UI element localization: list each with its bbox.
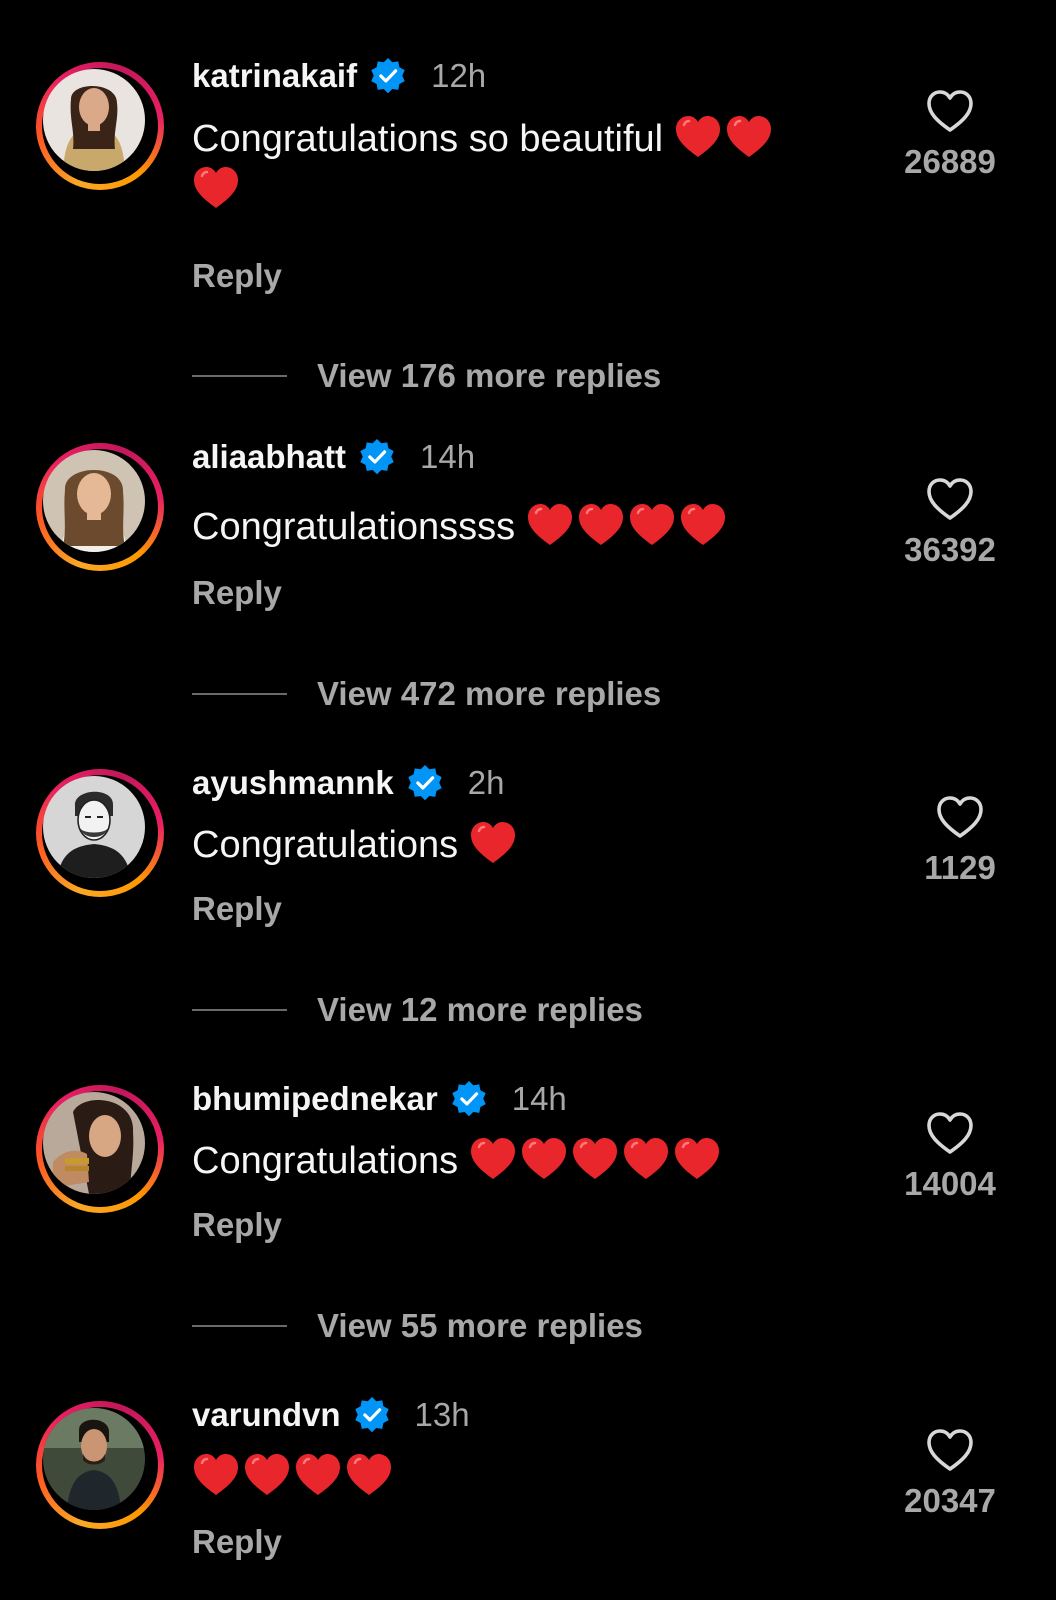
- verified-badge-icon: [358, 438, 396, 476]
- red-heart-emoji: [623, 1138, 668, 1180]
- reply-button[interactable]: Reply: [192, 1522, 282, 1562]
- red-heart-emoji: [194, 167, 238, 208]
- comment-text-wrap: [192, 166, 832, 217]
- red-heart-emoji: [470, 822, 515, 864]
- emoji-hearts: [469, 1137, 724, 1188]
- view-more-label: View 472 more replies: [317, 675, 662, 712]
- heart-outline-icon[interactable]: [935, 794, 985, 840]
- view-more-replies[interactable]: View 12 more replies: [192, 990, 643, 1030]
- like-column: 1129: [890, 794, 1030, 888]
- emoji-hearts: [469, 821, 520, 872]
- like-count: 26889: [904, 143, 996, 180]
- like-count: 20347: [904, 1482, 996, 1519]
- comment-time: 12h: [431, 57, 487, 94]
- view-more-replies[interactable]: View 472 more replies: [192, 674, 661, 714]
- reply-button[interactable]: Reply: [192, 1205, 282, 1245]
- divider-line: [192, 693, 287, 695]
- username[interactable]: aliaabhatt: [192, 437, 346, 477]
- verified-badge-icon: [353, 1396, 391, 1434]
- view-more-label: View 12 more replies: [317, 991, 643, 1028]
- reply-button[interactable]: Reply: [192, 573, 282, 613]
- avatar: [43, 776, 145, 878]
- avatar-story-ring[interactable]: [36, 769, 164, 897]
- avatar-story-ring[interactable]: [36, 1085, 164, 1213]
- avatar-story-ring[interactable]: [36, 1401, 164, 1529]
- red-heart-emoji: [296, 1454, 340, 1496]
- comment-time: 14h: [511, 1080, 567, 1117]
- comment-text: Congratulations: [192, 1136, 832, 1188]
- verified-badge-icon: [369, 57, 407, 95]
- heart-outline-icon[interactable]: [925, 1110, 975, 1156]
- comment-time: 13h: [414, 1396, 470, 1433]
- like-count: 14004: [904, 1165, 996, 1202]
- divider-line: [192, 375, 287, 377]
- reply-button[interactable]: Reply: [192, 256, 282, 296]
- username[interactable]: ayushmannk: [192, 763, 394, 803]
- view-more-label: View 176 more replies: [317, 357, 662, 394]
- username[interactable]: bhumipednekar: [192, 1079, 438, 1119]
- comment-time: 14h: [420, 438, 476, 475]
- heart-outline-icon[interactable]: [925, 88, 975, 134]
- red-heart-emoji: [726, 116, 771, 158]
- like-column: 20347: [880, 1427, 1020, 1521]
- avatar-story-ring[interactable]: [36, 443, 164, 571]
- avatar: [43, 1092, 145, 1194]
- divider-line: [192, 1009, 287, 1011]
- comment-text: Congratulations: [192, 820, 832, 872]
- red-heart-emoji: [470, 1138, 515, 1180]
- red-heart-emoji: [521, 1138, 566, 1180]
- view-more-replies[interactable]: View 55 more replies: [192, 1306, 643, 1346]
- view-more-replies[interactable]: View 176 more replies: [192, 356, 661, 396]
- avatar-story-ring[interactable]: [36, 62, 164, 190]
- verified-badge-icon: [450, 1080, 488, 1118]
- red-heart-emoji: [674, 1138, 719, 1180]
- comment-text: Congratulationssss: [192, 502, 832, 554]
- red-heart-emoji: [194, 1454, 238, 1496]
- red-heart-emoji: [572, 1138, 617, 1180]
- comment-time: 2h: [467, 764, 505, 801]
- comment-text-body: Congratulations: [192, 824, 459, 866]
- red-heart-emoji: [680, 504, 725, 546]
- reply-button[interactable]: Reply: [192, 889, 282, 929]
- like-column: 26889: [880, 88, 1020, 182]
- avatar: [43, 1408, 145, 1510]
- comment-text: [192, 1452, 832, 1504]
- emoji-hearts: [526, 503, 730, 554]
- red-heart-emoji: [629, 504, 674, 546]
- red-heart-emoji: [675, 116, 720, 158]
- heart-outline-icon[interactable]: [925, 1427, 975, 1473]
- username[interactable]: varundvn: [192, 1395, 341, 1435]
- comment-text-body: Congratulationssss: [192, 506, 516, 548]
- comment-text-body: Congratulations: [192, 1140, 459, 1182]
- like-column: 14004: [880, 1110, 1020, 1204]
- emoji-hearts: [674, 115, 776, 166]
- verified-badge-icon: [406, 764, 444, 802]
- comment-text-body: Congratulations so beautiful: [192, 118, 664, 160]
- heart-outline-icon[interactable]: [925, 476, 975, 522]
- like-column: 36392: [880, 476, 1020, 570]
- red-heart-emoji: [578, 504, 623, 546]
- red-heart-emoji: [245, 1454, 289, 1496]
- like-count: 36392: [904, 531, 996, 568]
- comment-text: Congratulations so beautiful: [192, 114, 832, 166]
- avatar: [43, 69, 145, 171]
- avatar: [43, 450, 145, 552]
- divider-line: [192, 1325, 287, 1327]
- emoji-hearts: [192, 1453, 396, 1504]
- username[interactable]: katrinakaif: [192, 56, 357, 96]
- view-more-label: View 55 more replies: [317, 1307, 643, 1344]
- like-count: 1129: [924, 849, 996, 886]
- red-heart-emoji: [347, 1454, 391, 1496]
- red-heart-emoji: [527, 504, 572, 546]
